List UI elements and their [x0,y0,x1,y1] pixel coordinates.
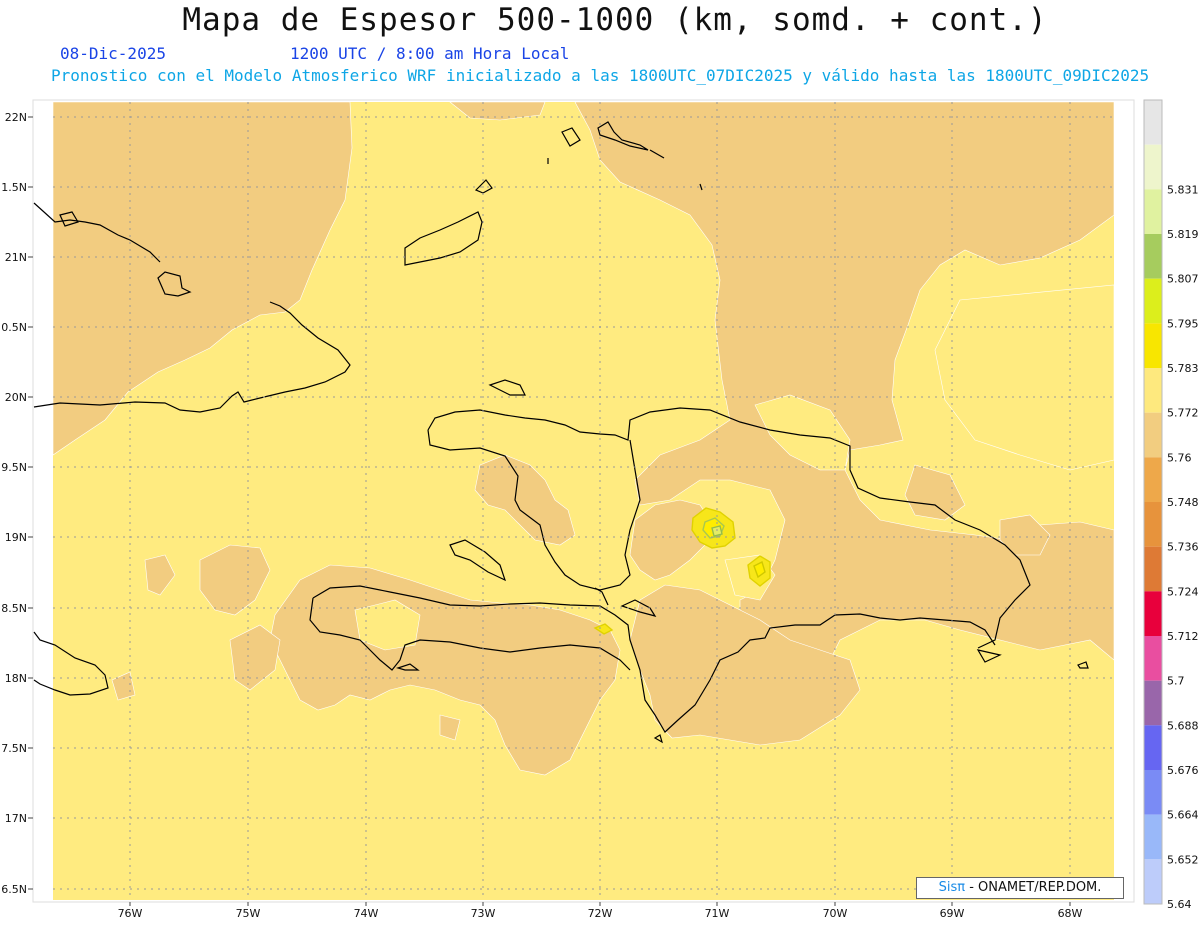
lat-tick-marks [28,116,33,890]
lat-label: 22N [5,111,27,124]
lat-label: 17N [5,812,27,825]
legend-swatch [1144,680,1162,726]
lat-label: 6.5N [1,883,27,896]
legend-label: 5.748 [1167,496,1199,509]
legend-label: 5.76 [1167,451,1192,464]
legend-swatch [1144,234,1162,279]
credit-box: Sisπ - ONAMET/REP.DOM. [916,877,1124,899]
legend-swatch [1144,636,1162,681]
legend-swatch [1144,814,1162,860]
lon-label: 68W [1058,907,1083,920]
legend-label: 5.64 [1167,898,1192,911]
lat-label: 20N [5,391,27,404]
legend-swatch [1144,323,1162,368]
legend-label: 5.676 [1167,764,1199,777]
legend-swatch [1144,859,1162,904]
lat-label: 0.5N [1,321,27,334]
lat-label: 7.5N [1,742,27,755]
legend-swatch [1144,100,1162,145]
lat-label: 21N [5,251,27,264]
legend-label: 5.783 [1167,362,1199,375]
longitude-labels: 76W 75W 74W 73W 72W 71W 70W 69W 68W [118,907,1083,920]
lon-label: 70W [823,907,848,920]
legend-label: 5.736 [1167,541,1199,554]
legend-swatch [1144,457,1162,502]
legend-label: 5.664 [1167,809,1199,822]
legend-swatch [1144,368,1162,413]
lat-label: 9.5N [1,461,27,474]
lon-label: 71W [705,907,730,920]
legend-swatch [1144,144,1162,190]
legend-label: 5.724 [1167,585,1199,598]
thickness-map: 22N 1.5N 21N 0.5N 20N 9.5N 19N 8.5N 18N … [1,99,1199,920]
sis-logo-text: Sisπ [938,880,966,895]
latitude-labels: 22N 1.5N 21N 0.5N 20N 9.5N 19N 8.5N 18N … [1,111,27,896]
lon-label: 74W [354,907,379,920]
legend-label: 5.772 [1167,407,1199,420]
credit-text: - ONAMET/REP.DOM. [965,880,1102,895]
lon-label: 69W [940,907,965,920]
legend-swatch [1144,189,1162,234]
legend-label: 5.7 [1167,675,1185,688]
lat-label: 19N [5,531,27,544]
legend-swatch [1144,412,1162,458]
legend-colorbar: 5.831 5.819 5.807 5.795 5.783 5.772 5.76 5.748 5… [1143,99,1199,911]
legend-swatch [1144,278,1162,324]
lon-label: 75W [236,907,261,920]
lat-label: 18N [5,672,27,685]
legend-swatch [1144,591,1162,636]
legend-swatch [1144,725,1162,770]
lat-label: 8.5N [1,602,27,615]
legend-label: 5.712 [1167,630,1199,643]
legend-label: 5.652 [1167,853,1199,866]
legend-label: 5.807 [1167,273,1199,286]
lon-label: 73W [471,907,496,920]
legend-label: 5.688 [1167,719,1199,732]
legend-swatch [1144,546,1162,592]
legend-swatch [1144,502,1162,547]
lon-tick-marks [129,902,1071,906]
legend-label: 5.795 [1167,317,1199,330]
legend-label: 5.819 [1167,228,1199,241]
legend-swatch [1144,770,1162,815]
lon-label: 72W [588,907,613,920]
lon-label: 76W [118,907,143,920]
lat-label: 1.5N [1,181,27,194]
legend-label: 5.831 [1167,183,1199,196]
